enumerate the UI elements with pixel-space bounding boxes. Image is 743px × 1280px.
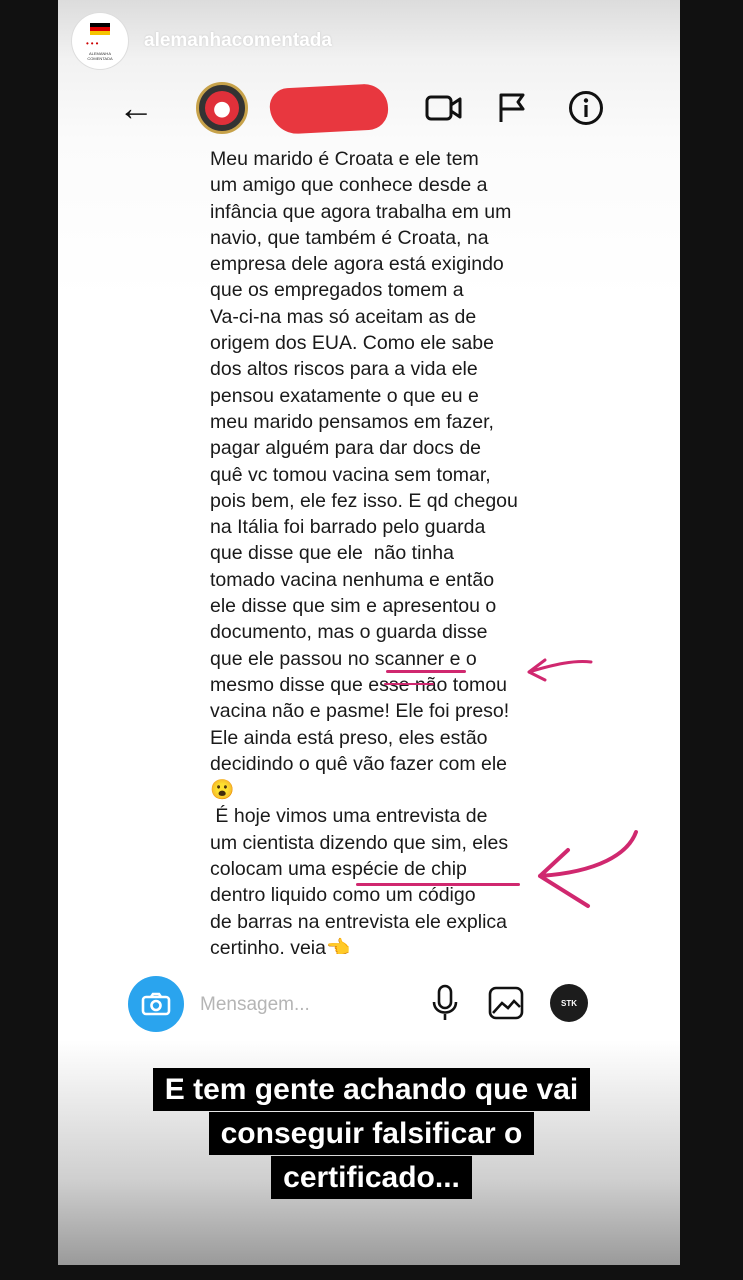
message-line: um cientista dizendo que sim, eles (210, 831, 509, 854)
annotation-arrow-1-icon (527, 658, 593, 682)
scanner-underline (386, 670, 466, 673)
message-bubble: Meu marido é Croata e ele tem um amigo qu… (210, 146, 550, 954)
message-line: que ele passou no scanner e o (210, 647, 477, 670)
message-line: que disse que ele não tinha (210, 542, 454, 565)
germany-flag-icon (90, 23, 110, 35)
story-username[interactable]: alemanhacomentada (144, 30, 332, 52)
message-line: pagar alguém para dar docs de (210, 437, 482, 460)
caption-line: conseguir falsificar o (208, 1112, 535, 1155)
report-flag-icon[interactable] (497, 92, 527, 124)
annotation-arrow-2-icon (538, 830, 638, 908)
story-header: ••• ALEMANHA COMENTADA alemanhacomentada (72, 12, 332, 70)
message-line: navio, que também é Croata, na (210, 226, 489, 249)
message-line: tomado vacina nenhuma e então (210, 568, 495, 591)
message-line: que os empregados tomem a (210, 279, 464, 302)
message-line: Va-ci-na mas só aceitam as de (210, 305, 477, 328)
contact-avatar[interactable] (196, 82, 248, 134)
dm-header: ← (0, 72, 743, 142)
back-arrow-icon[interactable]: ← (118, 90, 154, 126)
esse-underline (384, 683, 434, 685)
message-line: na Itália foi barrado pelo guarda (210, 516, 486, 539)
video-call-icon[interactable] (425, 94, 463, 122)
message-line: de barras na entrevista ele explica (210, 910, 508, 933)
message-line: Meu marido é Croata e ele tem (210, 148, 479, 170)
message-line: dos altos riscos para a vida ele (210, 358, 478, 381)
message-line: um amigo que conhece desde a (210, 174, 488, 197)
message-input[interactable] (198, 984, 422, 1026)
message-composer: STK (120, 970, 630, 1040)
message-line: quê vc tomou vacina sem tomar, (210, 463, 491, 486)
info-icon[interactable] (568, 90, 604, 126)
redacted-contact-name (268, 82, 390, 136)
message-line: É hoje vimos uma entrevista de (210, 805, 488, 828)
sticker-icon[interactable]: STK (550, 984, 588, 1022)
avatar-brand-text: ALEMANHA COMENTADA (87, 51, 113, 61)
message-line: dentro liquido como um código (210, 884, 476, 907)
logo-dots-icon: ••• (86, 39, 101, 48)
camera-icon (141, 992, 171, 1016)
message-line: empresa dele agora está exigindo (210, 253, 504, 276)
message-line: vacina não e pasme! Ele foi preso! (210, 700, 510, 723)
caption-line: certificado... (271, 1156, 472, 1199)
message-line: infância que agora trabalha em um (210, 200, 512, 223)
gallery-icon[interactable] (488, 986, 524, 1020)
message-line: 😮 (210, 779, 235, 802)
message-line: pois bem, ele fez isso. E qd chegou (210, 489, 518, 512)
story-avatar[interactable]: ••• ALEMANHA COMENTADA (72, 13, 128, 69)
chip-underline (356, 883, 520, 886)
message-line: certinho, veja👈 (210, 936, 351, 954)
story-caption: E tem gente achando que vai conseguir fal… (0, 1068, 743, 1200)
message-line: origem dos EUA. Como ele sabe (210, 332, 494, 355)
message-line: pensou exatamente o que eu e (210, 384, 479, 407)
message-line: decidindo o quê vão fazer com ele (210, 752, 508, 775)
message-line: Ele ainda está preso, eles estão (210, 726, 488, 749)
message-line: mesmo disse que esse não tomou (210, 673, 507, 696)
microphone-icon[interactable] (432, 984, 458, 1022)
message-line: meu marido pensamos em fazer, (210, 410, 494, 433)
camera-button[interactable] (128, 976, 184, 1032)
message-line: colocam uma espécie de chip (210, 858, 467, 881)
message-line: ele disse que sim e apresentou o (210, 595, 497, 618)
caption-line: E tem gente achando que vai (152, 1068, 591, 1111)
message-line: documento, mas o guarda disse (210, 621, 488, 644)
